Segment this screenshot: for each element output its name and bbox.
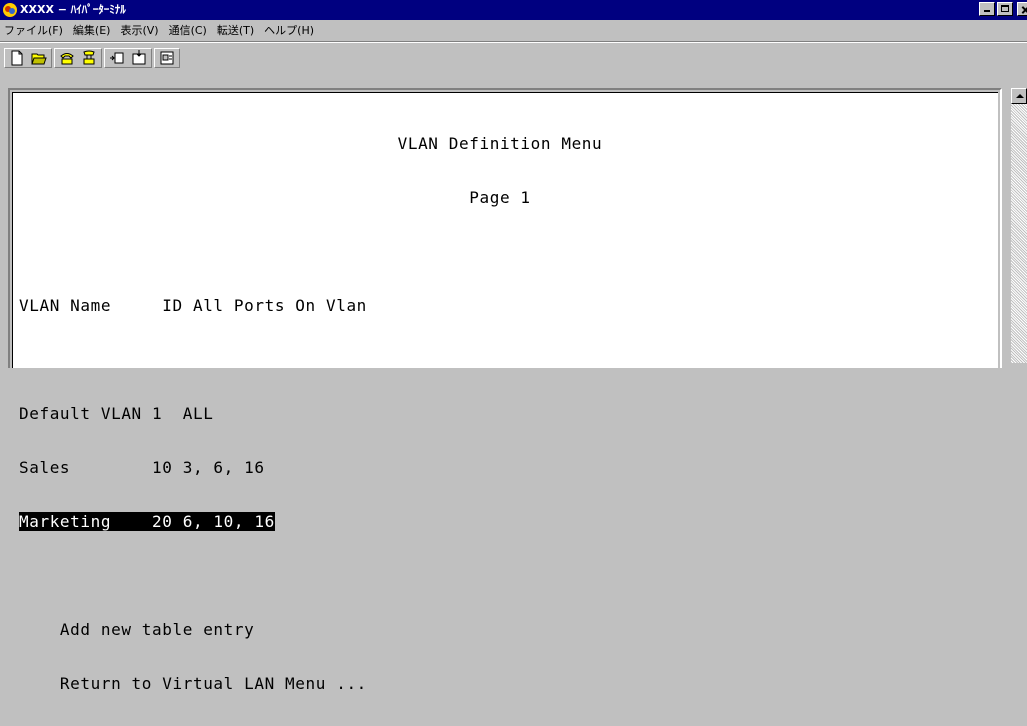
terminal-frame: VLAN Definition Menu Page 1 VLAN Name ID… (8, 88, 1002, 693)
properties-button[interactable] (157, 49, 177, 67)
toolbar (0, 44, 1027, 72)
menu-bar: ファイル(F) 編集(E) 表示(V) 通信(C) 転送(T) ヘルプ(H) (0, 20, 1027, 40)
window-controls (979, 2, 1027, 18)
menu-view[interactable]: 表示(V) (115, 22, 163, 38)
toolbar-divider (0, 41, 1027, 43)
send-icon (109, 50, 125, 66)
maximize-button[interactable] (997, 2, 1013, 16)
menu-call[interactable]: 通信(C) (164, 22, 212, 38)
close-button[interactable] (1017, 2, 1027, 16)
new-button[interactable] (7, 49, 27, 67)
toolbar-group-transfer (104, 48, 152, 68)
selected-row-text[interactable]: Marketing 20 6, 10, 16 (19, 512, 275, 531)
toolbar-group-properties (154, 48, 180, 68)
return-menu-option[interactable]: Return to Virtual LAN Menu ... (19, 675, 602, 693)
terminal-screen[interactable]: VLAN Definition Menu Page 1 VLAN Name ID… (12, 92, 998, 693)
table-row[interactable]: Sales 10 3, 6, 16 (19, 459, 602, 477)
scroll-up-button[interactable] (1011, 88, 1027, 104)
new-icon (9, 50, 25, 66)
disconnect-button[interactable] (79, 49, 99, 67)
receive-button[interactable] (129, 49, 149, 67)
open-button[interactable] (29, 49, 49, 67)
send-button[interactable] (107, 49, 127, 67)
menu-file[interactable]: ファイル(F) (0, 22, 68, 38)
window-title: XXXX − ﾊｲﾊﾟｰﾀｰﾐﾅﾙ (20, 3, 126, 16)
toolbar-group-connection (54, 48, 102, 68)
title-bar[interactable]: XXXX − ﾊｲﾊﾟｰﾀｰﾐﾅﾙ (0, 0, 1027, 20)
add-entry-option[interactable]: Add new table entry (19, 621, 602, 639)
menu-help[interactable]: ヘルプ(H) (259, 22, 319, 38)
menu-edit[interactable]: 編集(E) (68, 22, 116, 38)
receive-icon (131, 50, 147, 66)
minimize-button[interactable] (979, 2, 995, 16)
table-row-selected[interactable]: Marketing 20 6, 10, 16 (19, 512, 602, 531)
connect-button[interactable] (57, 49, 77, 67)
table-header: VLAN Name ID All Ports On Vlan (19, 296, 367, 315)
menu-title: VLAN Definition Menu (19, 134, 603, 153)
table-row[interactable]: Default VLAN 1 ALL (19, 405, 602, 423)
vertical-scrollbar[interactable] (1011, 88, 1027, 363)
disconnect-icon (81, 50, 97, 66)
terminal-text: VLAN Definition Menu Page 1 VLAN Name ID… (19, 99, 602, 726)
menu-transfer[interactable]: 転送(T) (212, 22, 259, 38)
page-indicator: Page 1 (19, 188, 531, 207)
properties-icon (159, 50, 175, 66)
connect-icon (59, 50, 75, 66)
toolbar-group-file (4, 48, 52, 68)
hyperterminal-icon (2, 2, 18, 18)
terminal-container: VLAN Definition Menu Page 1 VLAN Name ID… (0, 76, 1027, 693)
open-icon (31, 50, 47, 66)
